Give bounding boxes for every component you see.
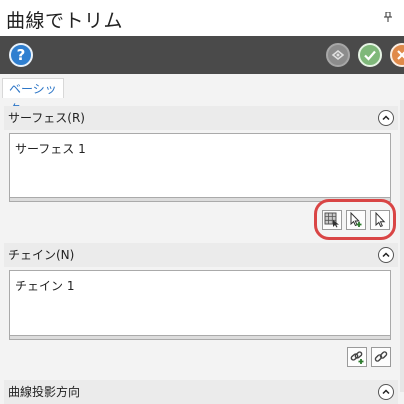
dialog-title: 曲線でトリム xyxy=(6,10,124,32)
chain-list[interactable]: チェイン 1 xyxy=(9,270,391,336)
cancel-button[interactable] xyxy=(390,43,404,67)
section-header-surface[interactable]: サーフェス(R) xyxy=(4,106,398,130)
title-bar: 曲線でトリム xyxy=(0,0,404,36)
tab-basic[interactable]: ベーシック xyxy=(2,78,64,116)
ok-button[interactable] xyxy=(358,43,382,67)
chain-link-icon xyxy=(374,351,388,362)
check-icon xyxy=(364,50,376,61)
list-item[interactable]: チェイン 1 xyxy=(15,277,74,294)
help-button[interactable]: ? xyxy=(9,43,33,67)
section-title-projection: 曲線投影方向 xyxy=(8,385,81,399)
section-header-projection[interactable]: 曲線投影方向 xyxy=(4,380,398,404)
tab-strip: ベーシック xyxy=(0,74,404,116)
section-header-chain[interactable]: チェイン(N) xyxy=(4,243,398,267)
section-title-chain: チェイン(N) xyxy=(8,248,75,262)
dialog-toolbar: ? xyxy=(0,36,404,74)
pin-icon[interactable] xyxy=(384,11,392,25)
chain-list-footer xyxy=(9,336,391,340)
collapse-up-icon[interactable] xyxy=(378,247,394,263)
surface-list[interactable]: サーフェス 1 xyxy=(9,133,391,198)
preview-button[interactable] xyxy=(326,43,350,67)
collapse-up-icon[interactable] xyxy=(378,110,394,126)
collapse-up-icon[interactable] xyxy=(378,384,394,400)
scrollbar-track[interactable] xyxy=(400,100,404,392)
add-chain-icon xyxy=(350,351,364,364)
list-item[interactable]: サーフェス 1 xyxy=(15,140,86,157)
preview-icon xyxy=(331,49,345,61)
close-icon xyxy=(397,50,404,60)
chain-link-button[interactable] xyxy=(371,347,391,367)
section-title-surface: サーフェス(R) xyxy=(8,111,85,125)
add-chain-button[interactable] xyxy=(347,347,367,367)
annotation-highlight xyxy=(314,199,396,240)
help-icon: ? xyxy=(16,46,26,64)
